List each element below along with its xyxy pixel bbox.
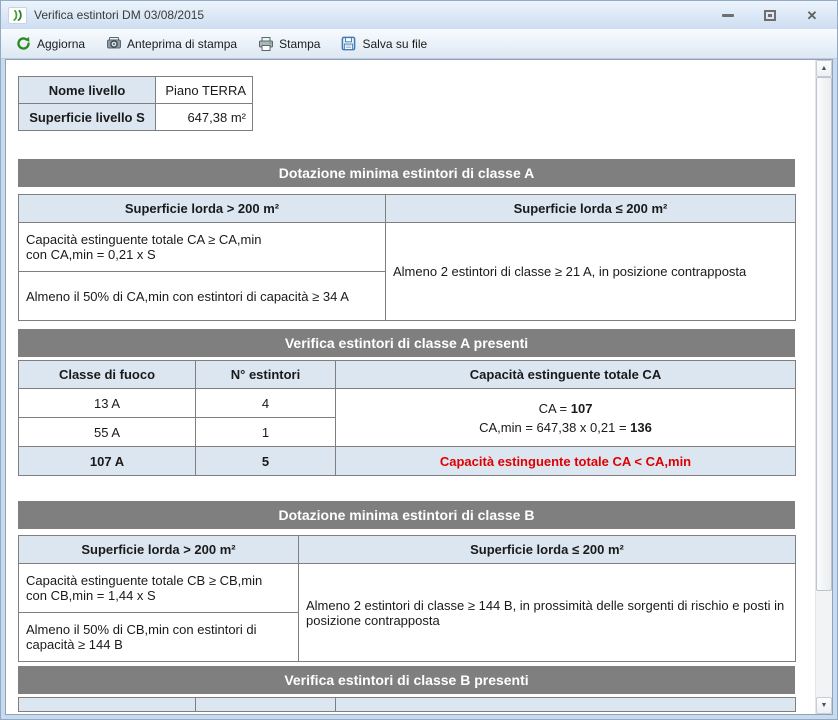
table-row: Nome livello Piano TERRA: [19, 77, 253, 104]
stampa-button[interactable]: Stampa: [253, 32, 324, 55]
scroll-down-button[interactable]: ▼: [816, 697, 832, 714]
table-row: Superficie lorda > 200 m² Superficie lor…: [19, 195, 796, 223]
window-title: Verifica estintori DM 03/08/2015: [34, 8, 719, 22]
header-cell: Superficie lorda > 200 m²: [19, 195, 386, 223]
app-icon: [8, 7, 27, 24]
total-num-cell: 5: [196, 447, 336, 476]
print-preview-icon: [105, 35, 122, 52]
total-fire-cell: 107 A: [19, 447, 196, 476]
minimize-icon: [722, 14, 734, 17]
table-row: Capacità estinguente totale CA ≥ CA,min …: [19, 223, 796, 272]
table-row: Capacità estinguente totale CB ≥ CB,min …: [19, 564, 796, 613]
header-cell: Classe di fuoco: [19, 361, 196, 389]
refresh-icon: [15, 35, 32, 52]
verdict-cell: Capacità estinguente totale CA < CA,min: [336, 447, 796, 476]
table-row: [19, 698, 796, 712]
aggiorna-label: Aggiorna: [37, 37, 85, 51]
header-cell: [336, 698, 796, 712]
maximize-button[interactable]: [761, 8, 779, 23]
data-cell: 13 A: [19, 389, 196, 418]
close-icon: ✕: [807, 9, 818, 22]
printer-icon: [257, 35, 274, 52]
toolbar: Aggiorna Anteprima di stampa: [1, 29, 837, 59]
report-document: Nome livello Piano TERRA Superficie live…: [6, 60, 815, 714]
aggiorna-button[interactable]: Aggiorna: [11, 32, 89, 55]
salva-su-file-label: Salva su file: [362, 37, 427, 51]
class-a-check-table: Classe di fuoco N° estintori Capacità es…: [18, 360, 796, 476]
maximize-icon: [764, 10, 776, 21]
ca-line: CA = 107: [343, 399, 788, 418]
header-cell: Superficie lorda > 200 m²: [19, 536, 299, 564]
rule-cell: Almeno 2 estintori di classe ≥ 144 B, in…: [299, 564, 796, 662]
section-header-class-b-check: Verifica estintori di classe B presenti: [18, 666, 795, 694]
rule-cell: Almeno il 50% di CA,min con estintori di…: [19, 272, 386, 321]
table-row: Superficie lorda > 200 m² Superficie lor…: [19, 536, 796, 564]
data-cell: 1: [196, 418, 336, 447]
section-header-class-a-minimum: Dotazione minima estintori di classe A: [18, 159, 795, 187]
total-row: 107 A 5 Capacità estinguente totale CA <…: [19, 447, 796, 476]
level-info-table: Nome livello Piano TERRA Superficie live…: [18, 76, 253, 131]
document-area: Nome livello Piano TERRA Superficie live…: [5, 59, 833, 715]
window-controls: ✕: [719, 8, 821, 23]
app-window: Verifica estintori DM 03/08/2015 ✕ Aggio…: [0, 0, 838, 720]
anteprima-di-stampa-button[interactable]: Anteprima di stampa: [101, 32, 241, 55]
minimize-button[interactable]: [719, 8, 737, 23]
header-cell: Capacità estinguente totale CA: [336, 361, 796, 389]
section-header-class-a-check: Verifica estintori di classe A presenti: [18, 329, 795, 357]
arrow-down-icon: ▼: [821, 702, 828, 709]
class-b-check-table-clipped: [18, 697, 796, 712]
save-icon: [340, 35, 357, 52]
superficie-livello-value: 647,38 m²: [156, 104, 253, 131]
table-row: Classe di fuoco N° estintori Capacità es…: [19, 361, 796, 389]
close-button[interactable]: ✕: [803, 8, 821, 23]
class-b-minimum-table: Superficie lorda > 200 m² Superficie lor…: [18, 535, 796, 662]
header-cell: [19, 698, 196, 712]
title-bar: Verifica estintori DM 03/08/2015 ✕: [1, 1, 837, 29]
table-row: 13 A 4 CA = 107 CA,min = 647,38 x 0,21 =…: [19, 389, 796, 418]
anteprima-di-stampa-label: Anteprima di stampa: [127, 37, 237, 51]
rule-cell: Almeno 2 estintori di classe ≥ 21 A, in …: [386, 223, 796, 321]
arrow-up-icon: ▲: [821, 65, 828, 72]
rule-cell: Almeno il 50% di CB,min con estintori di…: [19, 613, 299, 662]
header-cell: Superficie lorda ≤ 200 m²: [299, 536, 796, 564]
scroll-up-button[interactable]: ▲: [816, 60, 832, 77]
class-a-minimum-table: Superficie lorda > 200 m² Superficie lor…: [18, 194, 796, 321]
rule-cell: Capacità estinguente totale CA ≥ CA,min …: [19, 223, 386, 272]
table-row: Superficie livello S 647,38 m²: [19, 104, 253, 131]
nome-livello-label: Nome livello: [19, 77, 156, 104]
section-header-class-b-minimum: Dotazione minima estintori di classe B: [18, 501, 795, 529]
header-cell: Superficie lorda ≤ 200 m²: [386, 195, 796, 223]
salva-su-file-button[interactable]: Salva su file: [336, 32, 431, 55]
capacity-summary-cell: CA = 107 CA,min = 647,38 x 0,21 = 136: [336, 389, 796, 447]
superficie-livello-label: Superficie livello S: [19, 104, 156, 131]
data-cell: 4: [196, 389, 336, 418]
rule-cell: Capacità estinguente totale CB ≥ CB,min …: [19, 564, 299, 613]
header-cell: N° estintori: [196, 361, 336, 389]
scrollbar-thumb[interactable]: [816, 77, 832, 591]
data-cell: 55 A: [19, 418, 196, 447]
nome-livello-value: Piano TERRA: [156, 77, 253, 104]
vertical-scrollbar[interactable]: ▲ ▼: [815, 60, 832, 714]
header-cell: [196, 698, 336, 712]
stampa-label: Stampa: [279, 37, 320, 51]
camin-line: CA,min = 647,38 x 0,21 = 136: [343, 418, 788, 437]
